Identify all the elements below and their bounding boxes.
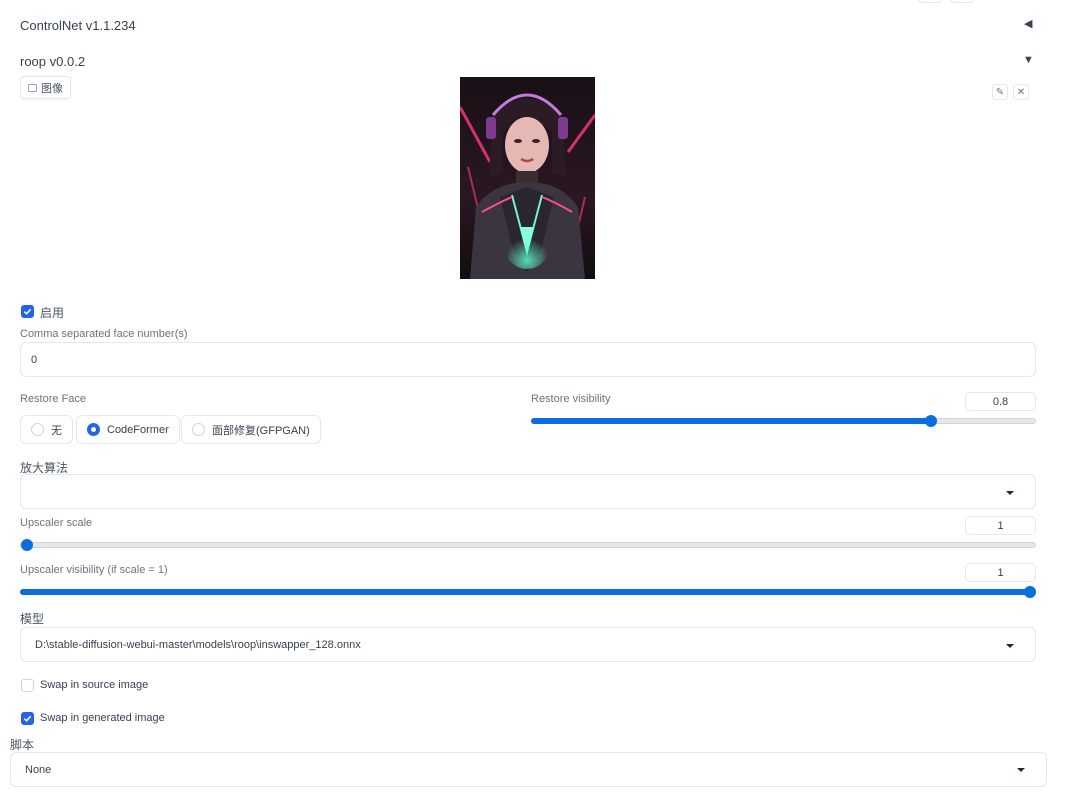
- chevron-down-icon: [1017, 768, 1025, 772]
- script-value: None: [25, 763, 52, 776]
- script-dropdown[interactable]: None: [10, 752, 1047, 787]
- clear-image-button[interactable]: ✕: [1013, 84, 1029, 100]
- roop-accordion-title[interactable]: roop v0.0.2: [20, 54, 85, 69]
- restore-visibility-number[interactable]: 0.8: [965, 392, 1036, 411]
- controlnet-accordion-title[interactable]: ControlNet v1.1.234: [20, 18, 136, 33]
- restore-option-label: 无: [51, 424, 62, 437]
- face-number-label: Comma separated face number(s): [20, 328, 188, 340]
- upscaler-scale-number[interactable]: 1: [965, 516, 1036, 535]
- upscaler-visibility-number[interactable]: 1: [965, 563, 1036, 582]
- restore-visibility-thumb[interactable]: [925, 415, 937, 427]
- chevron-down-icon: [1006, 644, 1014, 648]
- restore-option-label: 面部修复(GFPGAN): [212, 424, 310, 437]
- swap-source-label: Swap in source image: [40, 679, 149, 691]
- upscaler-visibility-label: Upscaler visibility (if scale = 1): [20, 564, 168, 576]
- chevron-down-icon: [1006, 491, 1014, 495]
- triangle-down-icon[interactable]: ▼: [1023, 54, 1034, 66]
- top-cut-buttons: [918, 0, 982, 6]
- swap-generated-label: Swap in generated image: [40, 712, 165, 724]
- restore-option-none[interactable]: 无: [20, 415, 73, 444]
- upscaler-visibility-fill[interactable]: [20, 589, 1030, 595]
- upscaler-scale-track[interactable]: [20, 542, 1036, 548]
- swap-source-checkbox[interactable]: [21, 679, 34, 692]
- check-icon: [23, 308, 32, 315]
- upscaler-scale-thumb[interactable]: [21, 539, 33, 551]
- upscaler-dropdown[interactable]: [20, 474, 1036, 509]
- image-icon: [28, 83, 37, 92]
- upscaler-visibility-thumb[interactable]: [1024, 586, 1036, 598]
- enable-checkbox[interactable]: [21, 305, 34, 318]
- triangle-left-icon[interactable]: ◀: [1024, 17, 1032, 30]
- model-value: D:\stable-diffusion-webui-master\models\…: [35, 638, 361, 651]
- restore-visibility-fill: [531, 418, 931, 424]
- upscaler-scale-label: Upscaler scale: [20, 517, 93, 529]
- image-tab[interactable]: 图像: [20, 76, 71, 99]
- close-icon: ✕: [1016, 86, 1026, 98]
- enable-label: 启用: [40, 306, 65, 320]
- radio-selected-icon: [87, 423, 100, 436]
- radio-icon: [31, 423, 44, 436]
- swap-generated-checkbox[interactable]: [21, 712, 34, 725]
- pencil-icon: ✎: [995, 86, 1005, 98]
- restore-face-label: Restore Face: [20, 393, 87, 405]
- image-tab-label: 图像: [41, 82, 63, 95]
- source-face-image[interactable]: [460, 77, 595, 279]
- edit-image-button[interactable]: ✎: [992, 84, 1008, 100]
- model-dropdown[interactable]: D:\stable-diffusion-webui-master\models\…: [20, 627, 1036, 662]
- restore-option-gfpgan[interactable]: 面部修复(GFPGAN): [181, 415, 321, 444]
- radio-icon: [192, 423, 205, 436]
- script-label: 脚本: [10, 738, 35, 752]
- restore-option-codeformer[interactable]: CodeFormer: [76, 415, 180, 444]
- check-icon: [23, 715, 32, 722]
- restore-option-label: CodeFormer: [107, 423, 169, 436]
- face-number-input[interactable]: 0: [20, 342, 1036, 377]
- restore-visibility-label: Restore visibility: [531, 393, 611, 405]
- model-label: 模型: [20, 612, 45, 626]
